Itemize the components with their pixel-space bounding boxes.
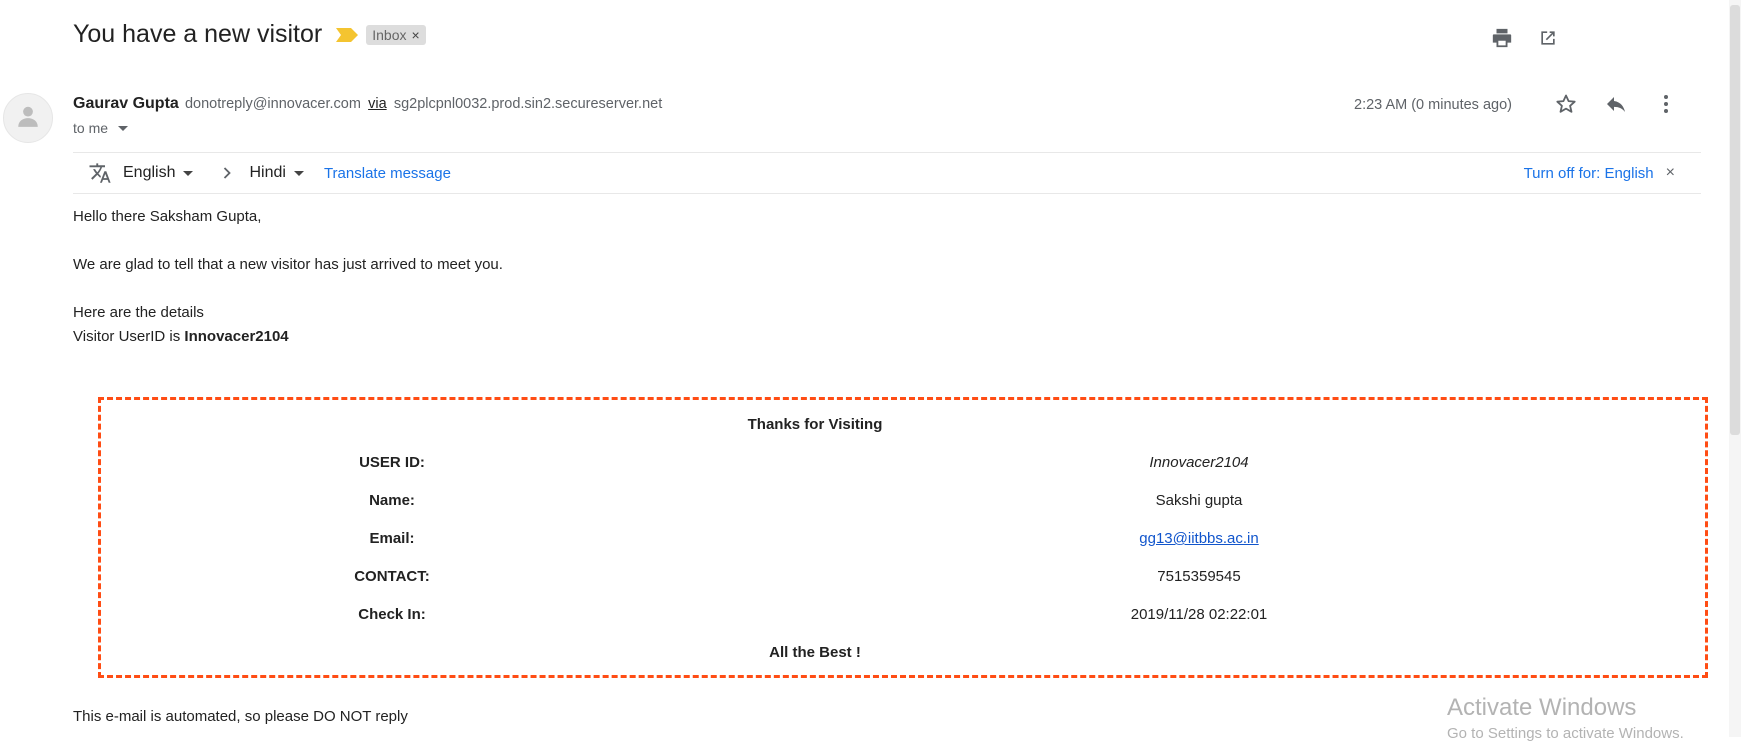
contact-label: CONTACT: — [354, 568, 430, 585]
via-server: sg2plcpnl0032.prod.sin2.secureserver.net — [393, 96, 663, 112]
card-title: Thanks for Visiting — [747, 416, 883, 433]
contact-value: 7515359545 — [1157, 568, 1241, 585]
important-marker-icon[interactable] — [336, 27, 359, 42]
sender-avatar[interactable] — [3, 93, 53, 143]
star-icon[interactable] — [1554, 92, 1578, 116]
target-language: Hindi — [249, 164, 286, 181]
details-heading: Here are the details — [73, 304, 204, 321]
close-translate-icon[interactable]: × — [1666, 164, 1675, 182]
user-id-value: Innovacer2104 — [1149, 454, 1249, 471]
turn-off-translation[interactable]: Turn off for: English × — [1524, 164, 1675, 182]
activate-windows-title: Activate Windows — [1447, 694, 1637, 721]
message-actions — [1554, 92, 1678, 116]
greeting-text: Hello there Saksham Gupta, — [73, 208, 262, 225]
visitor-id-prefix: Visitor UserID is — [73, 328, 185, 345]
print-icon[interactable] — [1490, 26, 1514, 50]
caret-down-icon — [293, 170, 304, 176]
source-language: English — [123, 164, 176, 181]
remove-label-icon[interactable]: × — [411, 27, 419, 43]
more-vert-icon[interactable] — [1654, 92, 1678, 116]
target-language-select[interactable]: Hindi — [249, 164, 304, 182]
subject-row: You have a new visitor Inbox × — [73, 20, 426, 49]
source-language-select[interactable]: English — [123, 164, 194, 182]
email-subject: You have a new visitor — [73, 20, 323, 48]
translate-icon — [87, 160, 113, 186]
show-details-chevron-down-icon[interactable] — [118, 125, 129, 131]
automated-note: This e-mail is automated, so please DO N… — [73, 708, 408, 725]
email-timestamp: 2:23 AM (0 minutes ago) — [1354, 97, 1512, 113]
email-label: Email: — [369, 530, 415, 547]
sender-email: donotreply@innovacer.com — [184, 96, 361, 112]
translate-bar: English Hindi Translate message Turn off… — [73, 152, 1701, 194]
via-link[interactable]: via — [368, 96, 387, 112]
scrollbar[interactable] — [1729, 0, 1741, 737]
visitor-id-line: Visitor UserID is Innovacer2104 — [73, 328, 289, 345]
open-in-new-window-icon[interactable] — [1536, 26, 1560, 50]
turn-off-label[interactable]: Turn off for: English — [1524, 165, 1654, 182]
recipient-row: to me — [73, 120, 129, 136]
translate-message-link[interactable]: Translate message — [324, 165, 451, 182]
scrollbar-thumb[interactable] — [1730, 5, 1740, 435]
caret-down-icon — [183, 170, 194, 176]
top-actions — [1490, 26, 1560, 50]
recipient-label: to me — [73, 120, 109, 136]
check-in-value: 2019/11/28 02:22:01 — [1130, 606, 1268, 623]
inbox-label-chip: Inbox × — [366, 24, 426, 45]
card-footer: All the Best ! — [769, 644, 861, 661]
intro-text: We are glad to tell that a new visitor h… — [73, 256, 503, 273]
name-value: Sakshi gupta — [1155, 492, 1243, 509]
visitor-id-value: Innovacer2104 — [184, 328, 289, 345]
chevron-right-icon — [221, 166, 233, 180]
name-label: Name: — [369, 492, 415, 509]
visitor-email-link[interactable]: gg13@iitbbs.ac.in — [1139, 530, 1258, 547]
email-value: gg13@iitbbs.ac.in — [999, 530, 1399, 547]
inbox-label-text: Inbox — [372, 26, 407, 43]
reply-icon[interactable] — [1604, 92, 1628, 116]
sender-row: Gaurav Gupta donotreply@innovacer.com vi… — [73, 95, 662, 113]
sender-name[interactable]: Gaurav Gupta — [73, 95, 179, 112]
user-id-label: USER ID: — [359, 454, 425, 471]
check-in-label: Check In: — [358, 606, 426, 623]
person-icon — [15, 103, 41, 134]
activate-windows-subtitle: Go to Settings to activate Windows. — [1447, 725, 1684, 742]
